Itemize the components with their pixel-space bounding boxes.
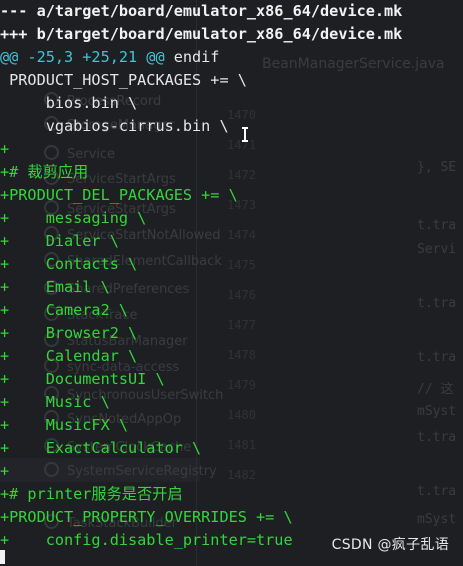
diff-line-text: + [0,462,10,480]
diff-line-text: +# 裁剪应用 [0,163,89,181]
diff-line-hunk: @@ -25,3 +25,21 @@ endif [0,46,463,69]
diff-line-text: + Camera2 \ [0,301,129,319]
diff-line-text: +++ b/target/board/emulator_x86_64/devic… [0,25,403,43]
diff-line-add: +PRODUCT_PROPERTY_OVERRIDES += \ [0,506,463,529]
diff-line-add: +# printer服务是否开启 [0,483,463,506]
diff-line-text: PRODUCT_HOST_PACKAGES += \ [0,71,247,89]
terminal-cursor [0,550,5,564]
diff-line-text: bios.bin \ [0,94,138,112]
diff-line-text: vgabios-cirrus.bin \ [0,117,229,135]
diff-line-text: + MusicFX \ [0,416,129,434]
diff-line-add: + Contacts \ [0,253,463,276]
text-cursor-icon [242,127,248,142]
diff-output[interactable]: --- a/target/board/emulator_x86_64/devic… [0,0,463,552]
diff-line-add: +PRODUCT_DEL_PACKAGES += \ [0,184,463,207]
diff-line-add: + [0,460,463,483]
diff-line-add: + messaging \ [0,207,463,230]
diff-line-add: + Dialer \ [0,230,463,253]
diff-line-add: + Calendar \ [0,345,463,368]
diff-line-text: +PRODUCT_PROPERTY_OVERRIDES += \ [0,508,293,526]
diff-line-text: + Dialer \ [0,232,119,250]
diff-line-add: + Music \ [0,391,463,414]
diff-line-text: +PRODUCT_DEL_PACKAGES += \ [0,186,238,204]
diff-line-text: + [0,140,10,158]
diff-line-add: + ExactCalculator \ [0,437,463,460]
watermark: CSDN @疯子乱语 [331,537,449,553]
screenshot-stage: BeanManagerService.java ProcessRecord Sto… [0,0,463,566]
diff-line-ctx: bios.bin \ [0,92,463,115]
diff-line-text: +# printer服务是否开启 [0,485,183,503]
diff-line-text: + ExactCalculator \ [0,439,202,457]
diff-line-add: + DocumentsUI \ [0,368,463,391]
diff-line-text: + Contacts \ [0,255,138,273]
diff-line-add: + MusicFX \ [0,414,463,437]
diff-line-text: + Browser2 \ [0,324,138,342]
diff-line-add: + Camera2 \ [0,299,463,322]
diff-line-text: --- a/target/board/emulator_x86_64/devic… [0,2,403,20]
diff-line-text: + Music \ [0,393,110,411]
diff-line-text: + Email \ [0,278,110,296]
diff-line-text: + DocumentsUI \ [0,370,165,388]
diff-line-add: +# 裁剪应用 [0,161,463,184]
diff-line-text: + messaging \ [0,209,147,227]
diff-line-add: + [0,138,463,161]
diff-line-text: + config.disable_printer=true [0,531,293,549]
diff-line-text: + Calendar \ [0,347,138,365]
diff-line-ctx: vgabios-cirrus.bin \ [0,115,463,138]
diff-line-add: + Email \ [0,276,463,299]
hunk-context-label: endif [164,48,220,66]
diff-line-text: @@ -25,3 +25,21 @@ [0,48,165,66]
diff-line-header: +++ b/target/board/emulator_x86_64/devic… [0,23,463,46]
diff-line-add: + Browser2 \ [0,322,463,345]
diff-line-header: --- a/target/board/emulator_x86_64/devic… [0,0,463,23]
diff-line-ctx: PRODUCT_HOST_PACKAGES += \ [0,69,463,92]
